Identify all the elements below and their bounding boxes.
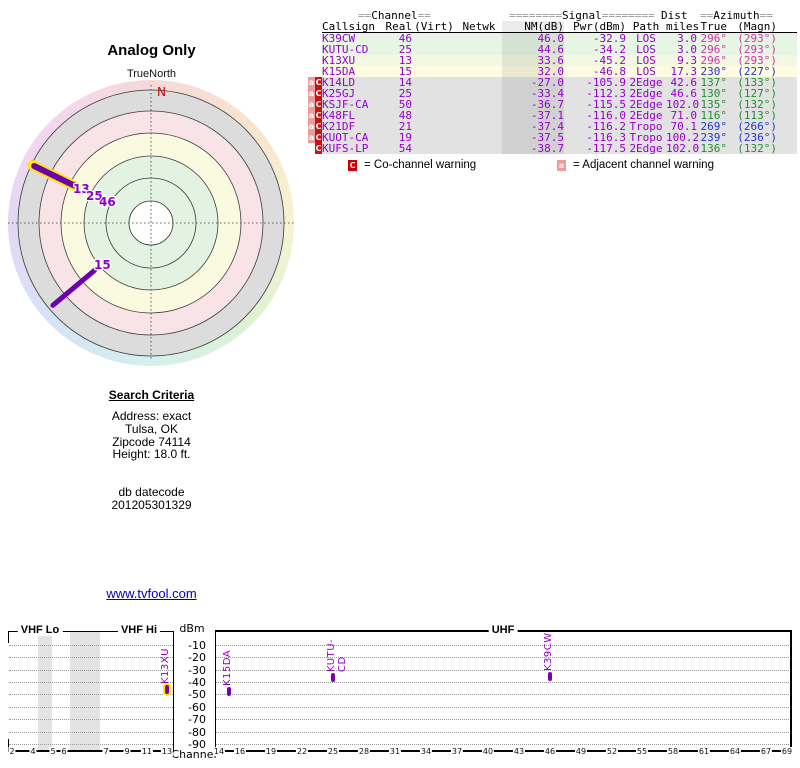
- channel-tick: 43: [512, 747, 526, 756]
- channel-tick: 49: [574, 747, 588, 756]
- search-city: Tulsa, OK: [125, 421, 178, 436]
- channel-tick: 9: [123, 747, 131, 756]
- dbm-tick: -20: [188, 651, 206, 664]
- co-channel-legend-text: = Co-channel warning: [364, 159, 477, 171]
- tvfool-link[interactable]: www.tvfool.com: [106, 586, 196, 601]
- channel-tick: 58: [666, 747, 680, 756]
- col-real: Real: [385, 20, 413, 33]
- col-netwk: Netwk: [462, 20, 496, 33]
- channel-tick: 4: [29, 747, 37, 756]
- co-channel-warning-badge: C: [315, 143, 322, 154]
- db-datecode-label: db datecode: [118, 485, 185, 499]
- col-path: Path: [632, 20, 660, 33]
- channel-tick: 37: [450, 747, 464, 756]
- search-criteria-block: Address: exact Tulsa, OK Zipcode 74114 H…: [0, 410, 303, 461]
- adjacent-warning-badge: a: [308, 88, 315, 99]
- polar-chart: N 13 25 46 15: [8, 85, 295, 361]
- table-row: C KUFS-LP 54 -38.7 -117.5 2Edge 102.0 13…: [308, 143, 797, 154]
- channel-tick: 69: [780, 747, 794, 756]
- channel-tick: 16: [233, 747, 247, 756]
- col-callsign: Callsign: [322, 20, 375, 33]
- channel-tick: 2: [8, 747, 16, 756]
- vhf-panel-right-border: [173, 631, 174, 751]
- station-marker-k13xu: [165, 685, 169, 694]
- dbm-axis-label: dBm: [179, 622, 205, 635]
- channel-tick: 34: [419, 747, 433, 756]
- adjacent-warning-badge: a: [308, 99, 315, 110]
- uhf-label: UHF: [488, 624, 518, 636]
- station-label: K39CW: [543, 632, 554, 671]
- col-pwr: Pwr(dBm): [573, 20, 626, 33]
- station-marker-k39cw: [548, 672, 552, 681]
- spoke-label-ch15: 15: [94, 258, 111, 272]
- adjacent-channel-legend-icon: a: [557, 160, 566, 171]
- search-address: Address: exact: [111, 409, 192, 423]
- channel-tick: 13: [160, 747, 174, 756]
- adjacent-warning-badge: a: [308, 121, 315, 132]
- adjacent-warning-badge: a: [308, 110, 315, 121]
- callsign: KUFS-LP: [322, 142, 369, 155]
- vhf-hi-label: VHF Hi: [117, 624, 161, 636]
- spoke-label-ch46: 46: [99, 195, 116, 209]
- adjacent-channel-legend-text: = Adjacent channel warning: [573, 159, 714, 171]
- channel-tick: 46: [543, 747, 557, 756]
- channel-tick: 25: [326, 747, 340, 756]
- channel-tick: 14: [212, 747, 226, 756]
- uhf-panel-left-border: [215, 630, 216, 751]
- channel-tick: 31: [388, 747, 402, 756]
- co-channel-warning-badge: C: [315, 88, 322, 99]
- adjacent-warning-badge: a: [308, 132, 315, 143]
- channel-tick: 55: [635, 747, 649, 756]
- dbm-tick: -90: [188, 738, 206, 751]
- channel-tick: 22: [295, 747, 309, 756]
- station-marker-kutu-cd: [331, 673, 335, 682]
- channel-tick: 67: [759, 747, 773, 756]
- vhf-lo-label: VHF Lo: [17, 624, 63, 636]
- north-letter: N: [157, 85, 166, 99]
- channel-tick: 64: [728, 747, 742, 756]
- col-nm: NM(dB): [502, 21, 564, 32]
- station-label: KUTU-CD: [326, 638, 348, 672]
- co-channel-warning-badge: C: [315, 121, 322, 132]
- channel-tick: 28: [357, 747, 371, 756]
- co-channel-legend-icon: C: [348, 160, 357, 171]
- station-label: K15DA: [222, 649, 233, 686]
- channel-tick: 19: [264, 747, 278, 756]
- channel-tick: 6: [60, 747, 68, 756]
- tvfool-report: Analog Only TrueNorth N 13 25 46 15 ==Ch…: [0, 0, 800, 768]
- col-magn: (Magn): [737, 20, 777, 33]
- adjacent-warning-badge: a: [308, 77, 315, 88]
- db-datecode-value: 201205301329: [111, 497, 192, 512]
- station-marker-k15da: [227, 687, 231, 696]
- co-channel-warning-badge: C: [315, 77, 322, 88]
- channel-tick: 11: [140, 747, 154, 756]
- co-channel-warning-badge: C: [315, 132, 322, 143]
- search-criteria-heading: Search Criteria: [108, 388, 195, 402]
- channel-tick: 52: [605, 747, 619, 756]
- search-height: Height: 18.0 ft.: [112, 447, 191, 462]
- co-channel-warning-badge: C: [315, 99, 322, 110]
- col-virt: (Virt): [414, 20, 454, 33]
- dbm-tick: -70: [188, 713, 206, 726]
- channel-tick: 7: [102, 747, 110, 756]
- channel-tick: 61: [697, 747, 711, 756]
- uhf-panel-right-border: [790, 630, 792, 751]
- channel-tick: 5: [49, 747, 57, 756]
- db-datecode-block: db datecode 201205301329: [0, 486, 303, 512]
- channel-tick: 40: [481, 747, 495, 756]
- col-true: True: [700, 20, 728, 33]
- tvfool-link-row: www.tvfool.com: [0, 586, 303, 601]
- col-miles: miles: [666, 20, 700, 33]
- co-channel-warning-badge: C: [315, 110, 322, 121]
- dbm-tick: -50: [188, 688, 206, 701]
- station-label: K13XU: [160, 648, 171, 684]
